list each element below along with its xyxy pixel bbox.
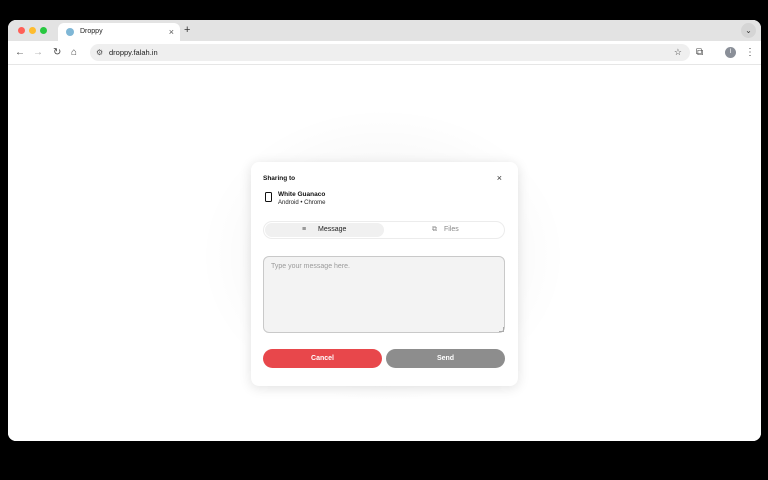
minimize-window-button[interactable] bbox=[29, 27, 36, 34]
close-window-button[interactable] bbox=[18, 27, 25, 34]
lines-icon: ≡ bbox=[302, 226, 307, 233]
forward-arrow-icon[interactable]: → bbox=[33, 45, 43, 61]
profile-avatar[interactable]: I bbox=[725, 47, 736, 58]
tab-message-label[interactable]: Message bbox=[318, 222, 346, 238]
share-dialog: Sharing to × White Guanaco Android • Chr… bbox=[251, 162, 518, 386]
files-icon: ⧉ bbox=[432, 226, 437, 233]
page-viewport: Sharing to × White Guanaco Android • Chr… bbox=[8, 66, 761, 441]
device-info: Android • Chrome bbox=[278, 200, 326, 206]
title-bar: Droppy × + ⌄ bbox=[8, 20, 761, 41]
site-info-icon[interactable]: ⚙ bbox=[96, 44, 103, 61]
share-type-tabs: ≡ Message ⧉ Files bbox=[263, 221, 505, 239]
phone-icon bbox=[265, 192, 272, 202]
send-button[interactable]: Send bbox=[386, 349, 505, 368]
message-input[interactable] bbox=[263, 256, 505, 333]
browser-toolbar: ← → ↻ ⌂ ⚙ droppy.falah.in ☆ ⧉ I ⋮ bbox=[8, 41, 761, 65]
back-arrow-icon[interactable]: ← bbox=[15, 45, 25, 61]
maximize-window-button[interactable] bbox=[40, 27, 47, 34]
resize-handle[interactable] bbox=[499, 327, 504, 332]
tab-title: Droppy bbox=[80, 28, 103, 35]
bookmark-star-icon[interactable]: ☆ bbox=[674, 44, 682, 61]
device-name: White Guanaco bbox=[278, 191, 326, 198]
cancel-button[interactable]: Cancel bbox=[263, 349, 382, 368]
dialog-close-icon[interactable]: × bbox=[497, 173, 502, 183]
browser-menu-icon[interactable]: ⋮ bbox=[745, 45, 755, 61]
tab-close-icon[interactable]: × bbox=[169, 23, 174, 41]
home-icon[interactable]: ⌂ bbox=[71, 45, 77, 61]
new-tab-button[interactable]: + bbox=[184, 21, 190, 39]
droppy-favicon-icon bbox=[66, 28, 74, 36]
browser-tab-droppy[interactable]: Droppy × bbox=[58, 23, 180, 41]
browser-window: Droppy × + ⌄ ← → ↻ ⌂ ⚙ droppy.falah.in ☆… bbox=[8, 20, 761, 441]
tab-search-button[interactable]: ⌄ bbox=[741, 23, 756, 38]
reload-icon[interactable]: ↻ bbox=[53, 45, 61, 61]
address-bar[interactable]: ⚙ droppy.falah.in ☆ bbox=[90, 44, 690, 61]
dialog-heading: Sharing to bbox=[263, 175, 296, 182]
tab-files[interactable]: Files bbox=[444, 222, 459, 238]
extensions-icon[interactable]: ⧉ bbox=[696, 45, 703, 61]
url-text[interactable]: droppy.falah.in bbox=[109, 44, 158, 61]
